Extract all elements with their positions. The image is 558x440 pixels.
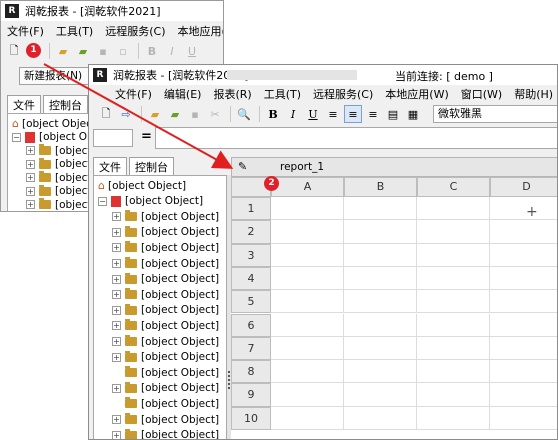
step-badge-1: 1	[26, 43, 41, 58]
annotation-arrow	[43, 63, 234, 169]
arrow-line	[43, 63, 234, 169]
step-badge-2: 2	[264, 176, 279, 191]
